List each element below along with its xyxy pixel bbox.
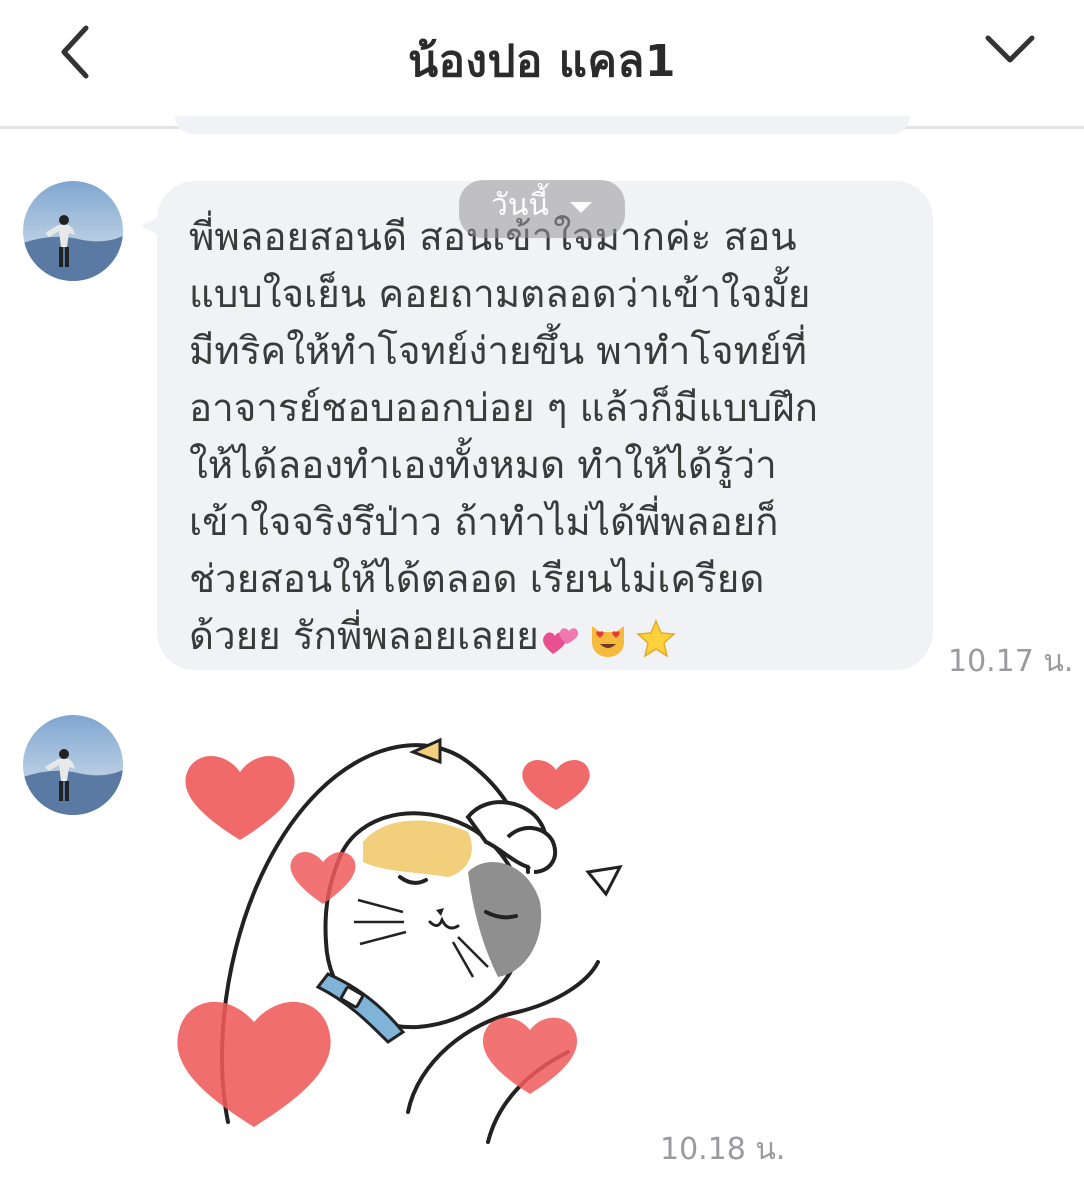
date-separator-label: วันนี้ xyxy=(491,188,549,223)
date-separator-pill[interactable]: วันนี้ xyxy=(459,180,625,238)
message-timestamp: 10.17 น. xyxy=(948,644,1074,679)
chat-title: น้องปอ แคล1 xyxy=(407,36,677,87)
heart-icon xyxy=(522,759,590,810)
message-bubble[interactable]: พี่พลอยสอนดี สอนเข้าใจมากค่ะ สอน แบบใจเย… xyxy=(157,181,933,670)
sticker-timestamp: 10.18 น. xyxy=(660,1132,786,1167)
chevron-down-icon xyxy=(985,35,1035,63)
message-text: พี่พลอยสอนดี สอนเข้าใจมากค่ะ สอน แบบใจเย… xyxy=(189,215,818,659)
caret-down-icon xyxy=(570,202,592,213)
sender-avatar[interactable] xyxy=(23,715,123,815)
heart-icon xyxy=(177,1001,331,1127)
cat-hug-sticker[interactable] xyxy=(168,722,638,1162)
heart-eyes-cat-icon xyxy=(591,625,624,657)
chat-header: น้องปอ แคล1 xyxy=(0,0,1084,129)
chat-menu-button[interactable] xyxy=(980,24,1040,74)
heart-icon xyxy=(482,1017,578,1094)
star-icon xyxy=(636,618,676,658)
previous-message-bubble-edge xyxy=(175,116,910,134)
heart-icon xyxy=(185,755,295,840)
two-hearts-icon xyxy=(542,627,578,654)
sender-avatar[interactable] xyxy=(23,181,123,281)
